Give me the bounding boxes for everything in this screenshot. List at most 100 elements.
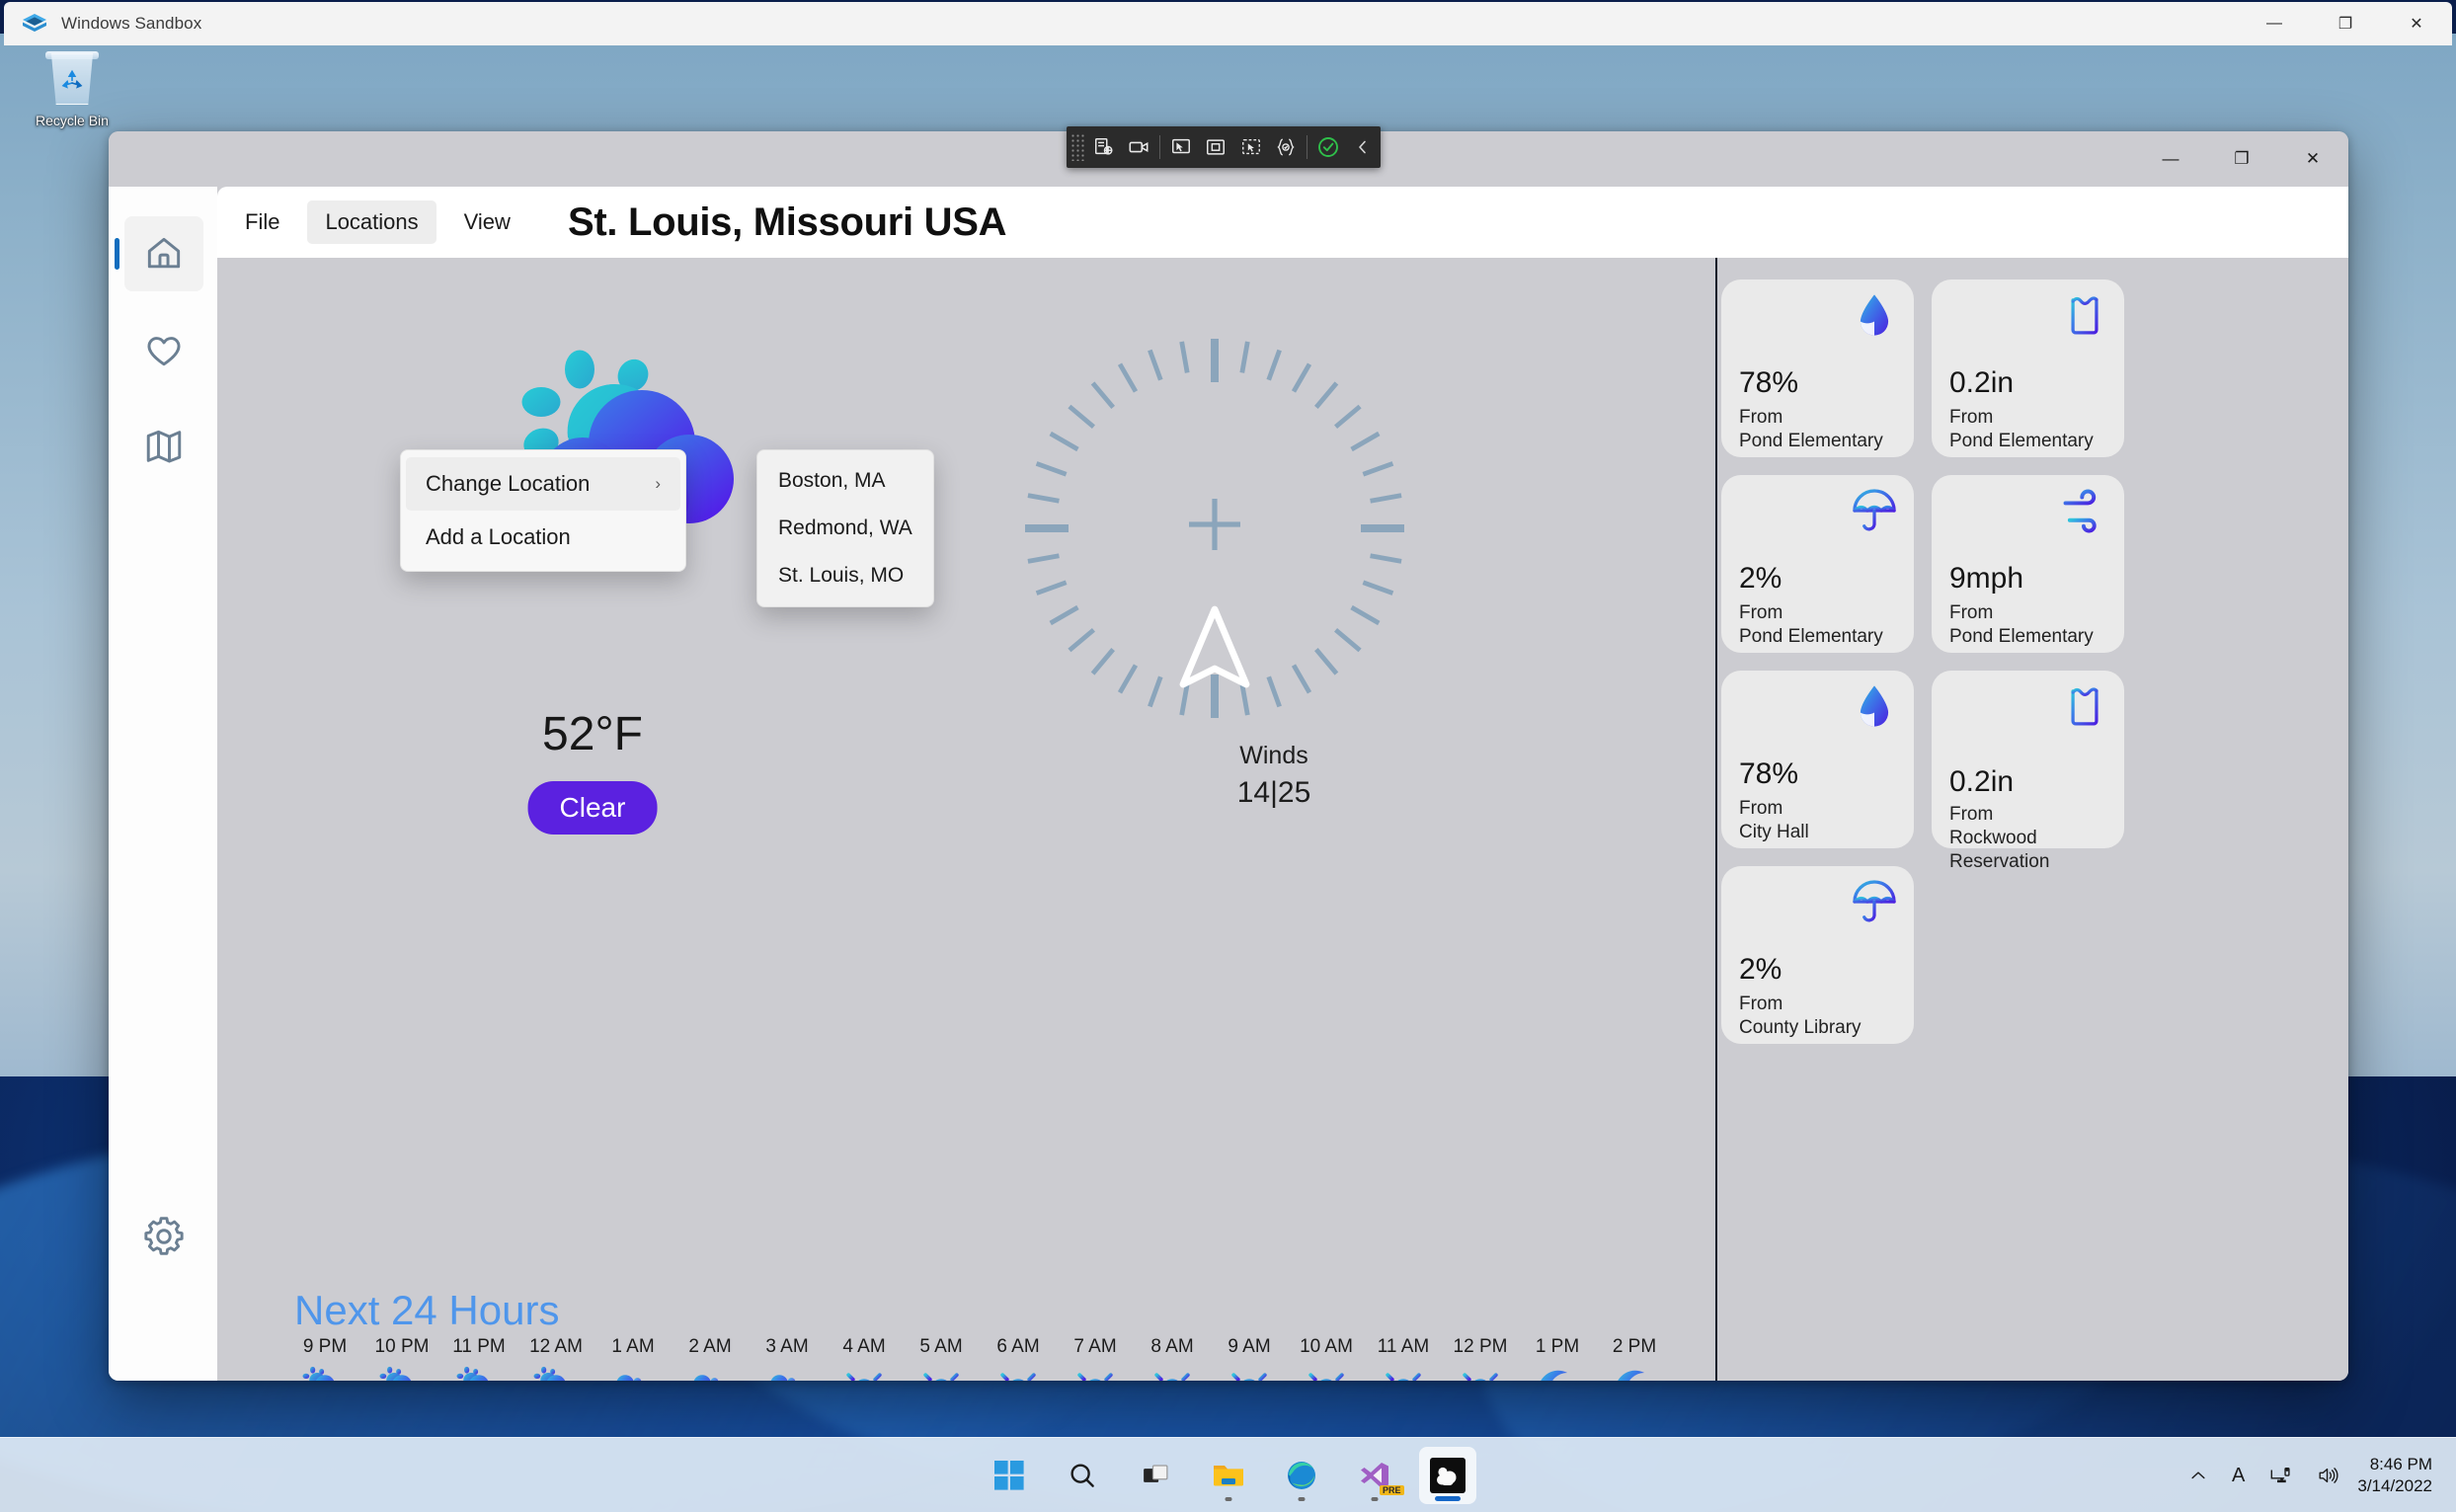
sidebar-item-settings[interactable]: [124, 1199, 203, 1274]
hourly-forecast-strip[interactable]: 9 PM 47° 10 PM: [286, 1336, 1708, 1381]
submenu-item-boston[interactable]: Boston, MA: [762, 457, 928, 505]
hourly-forecast-item[interactable]: 2 AM 53°: [672, 1336, 749, 1381]
sun-icon: [1223, 1360, 1276, 1381]
hourly-forecast-item[interactable]: 9 PM 47°: [286, 1336, 363, 1381]
sandbox-maximize-button[interactable]: ❐: [2310, 2, 2381, 45]
hourly-forecast-item[interactable]: 12 AM 49°: [517, 1336, 594, 1381]
visual-studio[interactable]: PRE: [1346, 1447, 1404, 1504]
hourly-forecast-item[interactable]: 4 AM 63°: [826, 1336, 903, 1381]
metric-card[interactable]: 2% From Pond Elementary: [1721, 475, 1914, 653]
hour-time: 5 AM: [919, 1336, 963, 1357]
search-button[interactable]: [1054, 1447, 1111, 1504]
language-indicator[interactable]: A: [2220, 1448, 2257, 1503]
menu-item-add-a-location[interactable]: Add a Location: [406, 511, 680, 564]
collapse-chevron-icon[interactable]: [1345, 130, 1381, 164]
submenu-item-redmond[interactable]: Redmond, WA: [762, 505, 928, 552]
edge-icon: [1287, 1461, 1315, 1489]
hourly-forecast-item[interactable]: 1 AM 52°: [594, 1336, 672, 1381]
hour-time: 6 AM: [996, 1336, 1040, 1357]
weather-app[interactable]: [1418, 1446, 1476, 1504]
start-button[interactable]: [981, 1447, 1038, 1504]
network-icon: [2270, 1467, 2290, 1483]
show-hidden-icons-button[interactable]: [2177, 1448, 2220, 1503]
record-video-icon[interactable]: [1121, 130, 1156, 164]
validate-check-icon[interactable]: [1310, 130, 1346, 164]
menu-file[interactable]: File: [227, 200, 297, 244]
hourly-forecast-item[interactable]: 9 AM 68°: [1211, 1336, 1288, 1381]
hourly-forecast-item[interactable]: 1 PM 58°: [1519, 1336, 1596, 1381]
chevron-up-icon: [2191, 1472, 2205, 1479]
menu-view[interactable]: View: [446, 200, 528, 244]
current-condition-badge[interactable]: Clear: [527, 781, 658, 835]
sun-icon: [1454, 1360, 1507, 1381]
microsoft-edge[interactable]: [1273, 1447, 1330, 1504]
task-view-icon: [1143, 1464, 1167, 1482]
hourly-forecast-item[interactable]: 3 AM 58°: [749, 1336, 826, 1381]
metric-from-label: From: [1949, 407, 1994, 428]
inspect-element-icon[interactable]: [1086, 130, 1122, 164]
hourly-forecast-item[interactable]: 7 AM 68°: [1057, 1336, 1134, 1381]
menu-item-change-location[interactable]: Change Location ›: [406, 457, 680, 511]
hourly-forecast-item[interactable]: 11 AM 63°: [1365, 1336, 1442, 1381]
app-close-button[interactable]: ✕: [2277, 131, 2348, 187]
hourly-forecast-item[interactable]: 2 PM 54°: [1596, 1336, 1673, 1381]
metric-card[interactable]: 0.2in From Rockwood Reservation: [1932, 671, 2124, 872]
hourly-forecast-item[interactable]: 5 AM 64°: [903, 1336, 980, 1381]
current-temperature: 52°F: [542, 708, 643, 760]
hourly-forecast-item[interactable]: 6 AM 65°: [980, 1336, 1057, 1381]
hourly-forecast-item[interactable]: 8 AM 68°: [1134, 1336, 1211, 1381]
sun-cloud-rain-icon: [529, 1360, 583, 1381]
file-explorer[interactable]: [1200, 1447, 1257, 1504]
heart-icon: [147, 337, 181, 366]
weather-app-icon: [1429, 1457, 1466, 1493]
hourly-forecast-item[interactable]: 11 PM 48°: [440, 1336, 517, 1381]
metric-card[interactable]: 0.2in From Pond Elementary: [1932, 279, 2124, 457]
sandbox-close-button[interactable]: ✕: [2381, 2, 2452, 45]
metric-cards-grid: 78% From Pond Elementary 0.2in From Pond Ele…: [1721, 279, 2334, 1044]
desktop-icon-recycle-bin[interactable]: Recycle Bin: [18, 51, 126, 128]
metric-card[interactable]: 78% From City Hall: [1721, 671, 1914, 848]
metric-source-name: Pond Elementary: [1739, 626, 1883, 647]
submenu-item-st-louis[interactable]: St. Louis, MO: [762, 552, 928, 599]
volume-icon[interactable]: [2304, 1448, 2351, 1503]
weather-app-window: — ❐ ✕ File Locations View St. Louis, Mis…: [109, 131, 2348, 1381]
sandbox-minimize-button[interactable]: —: [2239, 2, 2310, 45]
visual-studio-badge: PRE: [1379, 1484, 1404, 1495]
sidebar-item-maps[interactable]: [124, 409, 203, 484]
sidebar-item-favorites[interactable]: [124, 313, 203, 388]
region-select-icon[interactable]: [1198, 130, 1233, 164]
menu-locations[interactable]: Locations: [307, 200, 436, 244]
hourly-forecast-item[interactable]: 10 PM 47°: [363, 1336, 440, 1381]
metric-card[interactable]: 2% From County Library: [1721, 866, 1914, 1044]
sidebar-item-home[interactable]: [115, 216, 203, 291]
active-indicator: [1434, 1495, 1461, 1501]
network-icon[interactable]: [2257, 1448, 2304, 1503]
hour-time: 7 AM: [1073, 1336, 1117, 1357]
app-minimize-button[interactable]: —: [2135, 131, 2206, 187]
menu-item-label: Add a Location: [426, 524, 571, 549]
taskbar: PRE A 8:46 PM 3/14/2022: [0, 1437, 2456, 1512]
hourly-forecast-item[interactable]: 10 AM 65°: [1288, 1336, 1365, 1381]
navigation-rail: [109, 187, 217, 1381]
cursor-select-icon[interactable]: [1163, 130, 1199, 164]
sun-icon: [914, 1360, 968, 1381]
app-maximize-button[interactable]: ❐: [2206, 131, 2277, 187]
sandbox-titlebar[interactable]: Windows Sandbox — ❐ ✕: [4, 2, 2452, 45]
wind-label: Winds: [1239, 742, 1308, 769]
hourly-forecast-item[interactable]: 12 PM 60°: [1442, 1336, 1519, 1381]
metric-value: 9mph: [1949, 562, 2024, 595]
metric-card[interactable]: 78% From Pond Elementary: [1721, 279, 1914, 457]
metric-source: From City Hall: [1739, 797, 1905, 844]
code-snippet-icon[interactable]: [1268, 130, 1304, 164]
task-view-button[interactable]: [1127, 1447, 1184, 1504]
clock[interactable]: 8:46 PM 3/14/2022: [2351, 1454, 2442, 1497]
metric-source: From Pond Elementary: [1739, 406, 1905, 453]
drag-select-icon[interactable]: [1233, 130, 1269, 164]
metric-card[interactable]: 9mph From Pond Elementary: [1932, 475, 2124, 653]
toolbar-drag-handle[interactable]: [1070, 133, 1086, 161]
hour-time: 2 PM: [1612, 1336, 1657, 1357]
hour-time: 11 PM: [452, 1336, 506, 1357]
hour-time: 9 AM: [1228, 1336, 1271, 1357]
app-content: File Locations View St. Louis, Missouri …: [217, 187, 2348, 1381]
sun-icon: [991, 1360, 1045, 1381]
